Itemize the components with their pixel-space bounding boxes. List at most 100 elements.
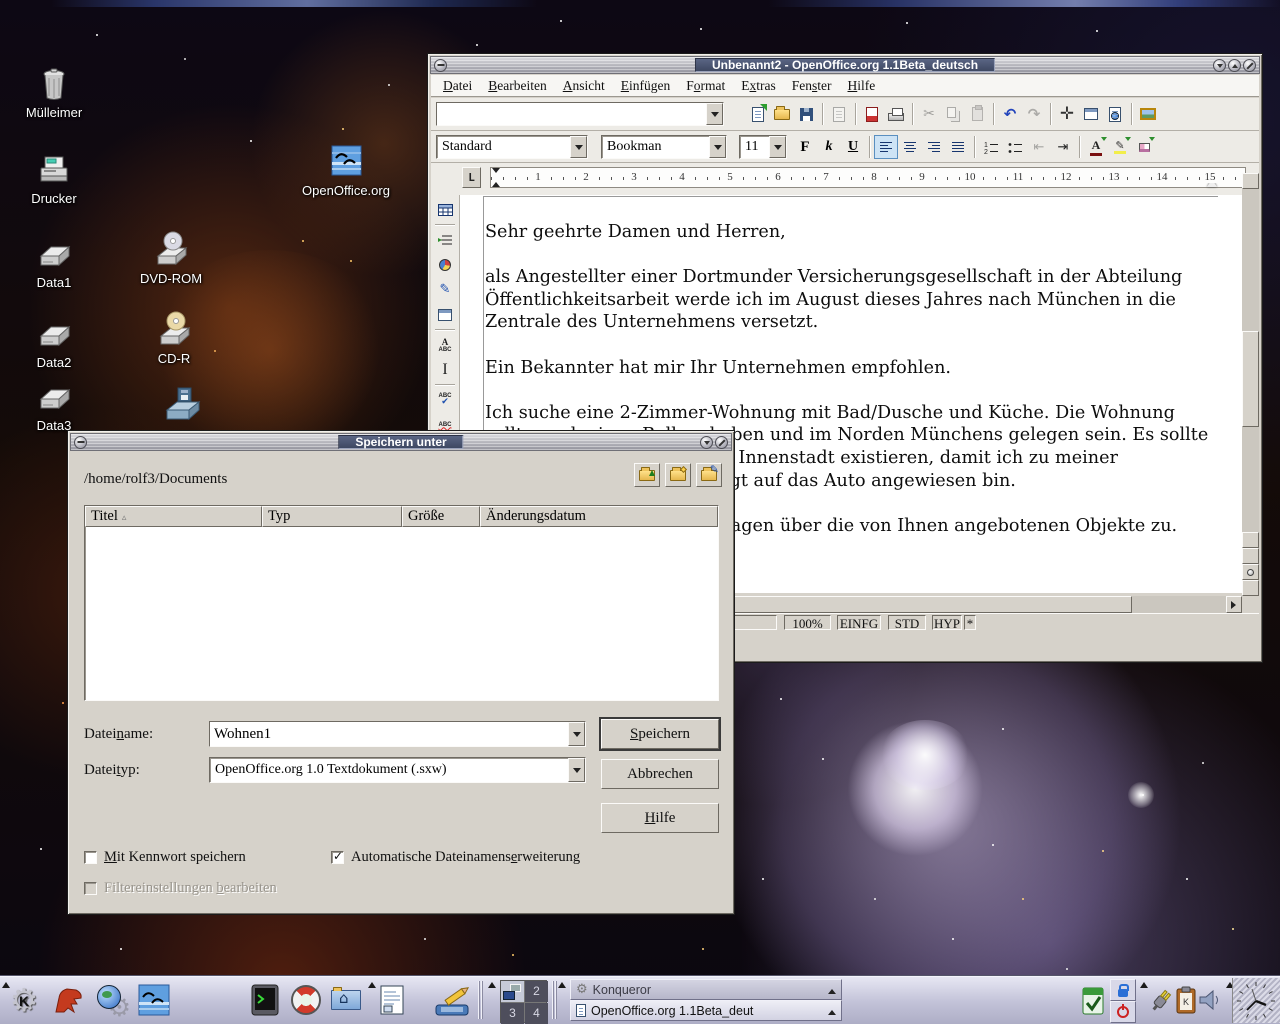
filetype-combo[interactable]: OpenOffice.org 1.0 Textdokument (.sxw)	[209, 757, 586, 783]
document-paragraph[interactable]: Sehr geehrte Damen und Herren,	[485, 221, 1216, 244]
filename-dropdown[interactable]	[568, 722, 585, 746]
insert-section-button[interactable]	[432, 227, 458, 252]
font-color-button[interactable]: A	[1084, 135, 1108, 159]
close-button[interactable]	[1243, 59, 1256, 72]
analog-clock[interactable]	[1232, 978, 1280, 1023]
undo-button[interactable]: ↶	[998, 102, 1022, 126]
bold-button[interactable]: F	[793, 135, 817, 159]
bullet-list-button[interactable]	[1003, 135, 1027, 159]
save-document-button[interactable]	[794, 102, 818, 126]
volume-tray-icon[interactable]	[1196, 980, 1224, 1020]
desktop-icon-dvdrom[interactable]: DVD-ROM	[125, 228, 217, 286]
task-openoffice[interactable]: OpenOffice.org 1.1Beta_deut	[570, 1000, 842, 1021]
export-pdf-button[interactable]	[860, 102, 884, 126]
underline-button[interactable]: U	[841, 135, 865, 159]
load-url-input[interactable]	[437, 103, 706, 125]
load-url-dropdown[interactable]	[706, 103, 723, 125]
font-size-dropdown[interactable]	[769, 136, 786, 158]
selection-mode-field[interactable]: STD	[888, 615, 926, 630]
suse-help-button[interactable]	[286, 980, 326, 1020]
pager-handle[interactable]	[488, 978, 496, 988]
insert-frame-button[interactable]	[432, 302, 458, 327]
writer-titlebar[interactable]: Unbenannt2 - OpenOffice.org 1.1Beta_deut…	[430, 56, 1260, 74]
filename-input[interactable]	[210, 722, 568, 746]
scroll-up-button[interactable]	[1242, 173, 1259, 189]
mozilla-button[interactable]	[48, 980, 88, 1020]
openoffice-launcher-button[interactable]	[134, 980, 174, 1020]
pager-desktop-2[interactable]: 2	[525, 981, 548, 1002]
column-size[interactable]: Größe	[402, 506, 480, 527]
document-paragraph[interactable]: Ein Bekannter hat mir Ihr Unternehmen em…	[485, 357, 1216, 380]
desktop-icon-data1[interactable]: Data1	[8, 232, 100, 290]
insert-mode-field[interactable]: EINFG	[837, 615, 881, 630]
numbered-list-button[interactable]: 12	[979, 135, 1003, 159]
desktop-icon-data2[interactable]: Data2	[8, 312, 100, 370]
paragraph-background-button[interactable]	[1132, 135, 1156, 159]
panel-separator[interactable]	[478, 981, 483, 1019]
menu-hilfe[interactable]: Hilfe	[840, 76, 884, 96]
menu-ansicht[interactable]: Ansicht	[555, 76, 613, 96]
maximize-button[interactable]	[1228, 59, 1241, 72]
scroll-down-button[interactable]	[1242, 532, 1259, 548]
navigator-button[interactable]: ✛	[1055, 102, 1079, 126]
load-url-combo[interactable]	[436, 102, 724, 126]
stylist-button[interactable]	[1079, 102, 1103, 126]
save-with-password-checkbox[interactable]: Mit Kennwort speichern	[84, 849, 246, 866]
indent-marker-top[interactable]	[492, 168, 500, 177]
pager-desktop-3[interactable]: 3	[501, 1003, 524, 1024]
kword-launcher-button[interactable]	[432, 980, 472, 1020]
highlighting-button[interactable]: ✎	[1108, 135, 1132, 159]
desktop-icon-data3[interactable]: Data3	[8, 375, 100, 433]
home-folder-button[interactable]: ⌂	[326, 980, 366, 1020]
scroll-right-button[interactable]	[1226, 596, 1242, 613]
insert-object-button[interactable]	[432, 252, 458, 277]
document-paragraph[interactable]	[485, 244, 1216, 267]
desktop-icon-cdr[interactable]: CD-R	[128, 308, 220, 366]
menu-format[interactable]: Format	[678, 76, 733, 96]
new-document-button[interactable]	[746, 102, 770, 126]
document-paragraph[interactable]	[485, 379, 1216, 402]
tasklist-handle[interactable]	[558, 978, 566, 988]
cancel-button[interactable]: Abbrechen	[601, 759, 719, 789]
document-launcher-button[interactable]	[372, 980, 412, 1020]
spellcheck-button[interactable]: ABC✔	[432, 387, 458, 412]
pager-desktop-1[interactable]	[501, 981, 524, 1002]
logout-button[interactable]	[1110, 1001, 1136, 1023]
align-right-button[interactable]	[922, 135, 946, 159]
panel-separator[interactable]	[552, 981, 557, 1019]
paragraph-style-combo[interactable]: Standard	[436, 135, 588, 159]
dialog-close-button[interactable]	[715, 436, 728, 449]
minimize-button[interactable]	[1213, 59, 1226, 72]
menu-datei[interactable]: Datei	[435, 76, 480, 96]
default-directory-button[interactable]: ✎	[696, 463, 722, 487]
checkbox-box[interactable]	[84, 851, 97, 864]
window-menu-button[interactable]	[434, 59, 447, 72]
desktop-icon-openoffice[interactable]: OpenOffice.org	[300, 140, 392, 198]
print-button[interactable]	[884, 102, 908, 126]
checkbox-box[interactable]: ✓	[331, 851, 344, 864]
insert-fields-button[interactable]: AABC	[432, 332, 458, 357]
column-title[interactable]: Titel▵	[85, 506, 262, 527]
menu-einfuegen[interactable]: Einfügen	[613, 76, 679, 96]
next-page-button[interactable]	[1242, 580, 1259, 596]
document-paragraph[interactable]	[485, 334, 1216, 357]
konsole-button[interactable]	[245, 980, 285, 1020]
column-type[interactable]: Typ	[262, 506, 402, 527]
tab-type-selector[interactable]: L	[462, 167, 481, 188]
font-name-combo[interactable]: Bookman	[601, 135, 727, 159]
file-list[interactable]: Titel▵ Typ Größe Änderungsdatum	[84, 505, 719, 701]
save-button[interactable]: Speichern	[601, 719, 719, 749]
pager-desktop-4[interactable]: 4	[525, 1003, 548, 1024]
auto-extension-checkbox[interactable]: ✓ Automatische Dateinamenserweiterung	[331, 849, 580, 866]
align-center-button[interactable]	[898, 135, 922, 159]
font-name-dropdown[interactable]	[709, 136, 726, 158]
zoom-field[interactable]: 100%	[784, 615, 831, 630]
help-button[interactable]: Hilfe	[601, 803, 719, 833]
korganizer-tray-button[interactable]	[1078, 980, 1108, 1020]
konqueror-launcher-button[interactable]: ⚙	[92, 980, 132, 1020]
desktop-icon-trash[interactable]: Mülleimer	[8, 62, 100, 120]
italic-button[interactable]: k	[817, 135, 841, 159]
filetype-dropdown[interactable]	[568, 758, 585, 782]
vertical-scroll-thumb[interactable]	[1242, 331, 1259, 427]
document-paragraph[interactable]: als Angestellter einer Dortmunder Versic…	[485, 266, 1216, 334]
